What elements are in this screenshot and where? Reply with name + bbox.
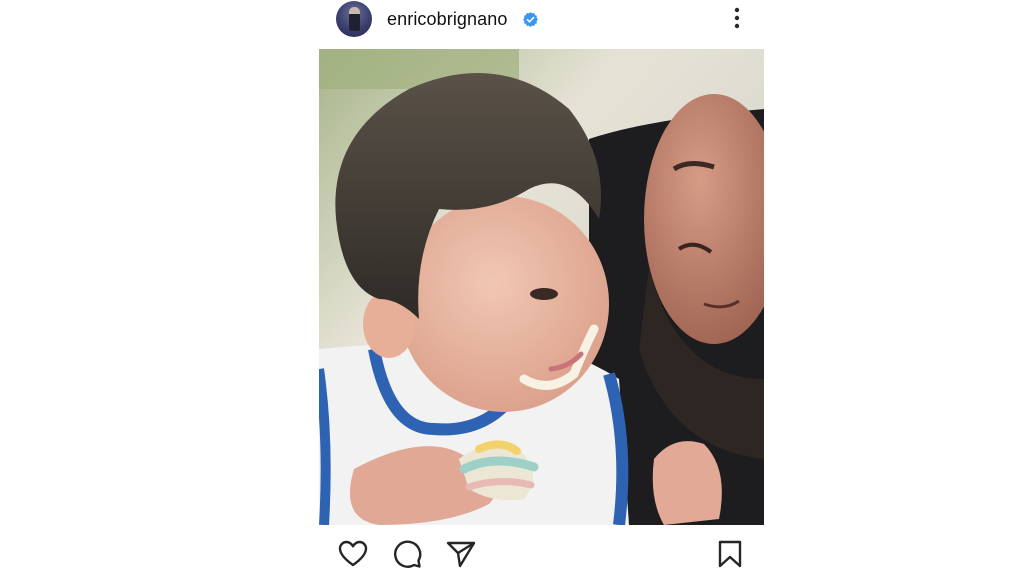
avatar-figure <box>349 7 360 31</box>
bookmark-icon[interactable] <box>714 538 746 570</box>
username-link[interactable]: enricobrignano <box>387 9 507 30</box>
heart-icon[interactable] <box>337 538 369 570</box>
paper-plane-icon[interactable] <box>445 538 477 570</box>
avatar[interactable] <box>336 1 372 37</box>
comment-bubble-icon[interactable] <box>391 538 423 570</box>
more-options-icon[interactable] <box>727 6 747 30</box>
verified-badge-icon <box>523 12 538 27</box>
post-photo[interactable] <box>319 49 764 525</box>
post-header: enricobrignano <box>319 0 764 40</box>
instagram-post: enricobrignano <box>319 0 764 576</box>
post-actions <box>319 532 764 572</box>
post-photo-illustration <box>319 49 764 525</box>
